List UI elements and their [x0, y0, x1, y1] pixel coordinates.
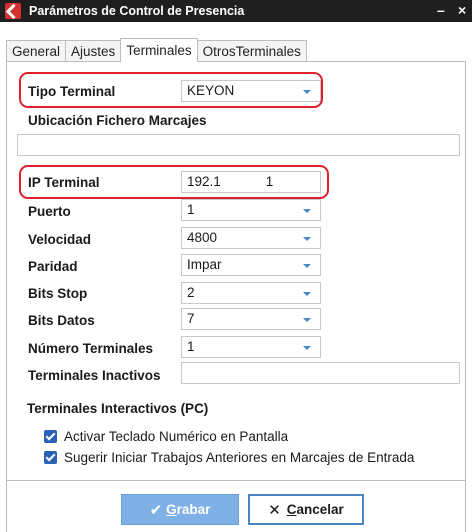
close-button[interactable]: × [458, 2, 466, 18]
ip-terminal-label: IP Terminal [28, 175, 100, 190]
tipo-terminal-select[interactable]: KEYON [181, 80, 321, 102]
cancelar-button[interactable]: ✕ Cancelar [248, 494, 364, 525]
puerto-value: 1 [187, 202, 195, 217]
minimize-button[interactable]: – [437, 2, 445, 18]
activar-teclado-checkbox[interactable]: Activar Teclado Numérico en Pantalla [44, 429, 288, 444]
terminales-inactivos-input[interactable] [181, 362, 460, 384]
tipo-terminal-label: Tipo Terminal [28, 84, 116, 99]
velocidad-select[interactable]: 4800 [181, 227, 321, 249]
sugerir-trabajos-label: Sugerir Iniciar Trabajos Anteriores en M… [64, 450, 415, 465]
bits-stop-select[interactable]: 2 [181, 282, 321, 304]
bits-datos-select[interactable]: 7 [181, 308, 321, 330]
paridad-label: Paridad [28, 259, 78, 274]
numero-terminales-value: 1 [187, 339, 195, 354]
chevron-down-icon [303, 209, 311, 213]
chevron-down-icon [303, 264, 311, 268]
checkbox-checked-icon [44, 451, 57, 464]
title-bar: Parámetros de Control de Presencia – × [0, 0, 472, 22]
tab-bar: General Ajustes Terminales OtrosTerminal… [6, 38, 307, 62]
velocidad-value: 4800 [187, 230, 218, 245]
cancelar-mnemonic: C [286, 502, 297, 517]
puerto-select[interactable]: 1 [181, 199, 321, 221]
ubicacion-input[interactable] [17, 134, 460, 156]
grabar-label: rabar [176, 502, 211, 517]
chevron-down-icon [303, 90, 311, 94]
close-icon: ✕ [268, 501, 281, 519]
footer-divider [6, 480, 466, 481]
tab-otros-terminales[interactable]: OtrosTerminales [196, 40, 307, 62]
tipo-terminal-value: KEYON [187, 83, 235, 98]
bits-stop-value: 2 [187, 285, 195, 300]
tab-terminales[interactable]: Terminales [120, 38, 198, 62]
tab-ajustes[interactable]: Ajustes [65, 40, 122, 62]
paridad-value: Impar [187, 257, 222, 272]
checkbox-checked-icon [44, 430, 57, 443]
numero-terminales-label: Número Terminales [28, 341, 154, 356]
chevron-down-icon [303, 318, 311, 322]
terminales-inactivos-label: Terminales Inactivos [28, 368, 161, 383]
chevron-down-icon [303, 237, 311, 241]
chevron-down-icon [303, 292, 311, 296]
puerto-label: Puerto [28, 204, 71, 219]
bits-datos-label: Bits Datos [28, 313, 95, 328]
interactivos-heading: Terminales Interactivos (PC) [27, 401, 209, 416]
chevron-down-icon [303, 346, 311, 350]
app-logo-icon [5, 3, 21, 19]
cancelar-label: ancelar [296, 502, 344, 517]
window-title: Parámetros de Control de Presencia [29, 4, 245, 18]
velocidad-label: Velocidad [28, 232, 92, 247]
sugerir-trabajos-checkbox[interactable]: Sugerir Iniciar Trabajos Anteriores en M… [44, 450, 414, 465]
check-icon: ✔ [149, 501, 163, 519]
ip-terminal-input[interactable]: 192.1 1 [181, 171, 321, 193]
paridad-select[interactable]: Impar [181, 254, 321, 276]
bits-datos-value: 7 [187, 311, 195, 326]
ubicacion-label: Ubicación Fichero Marcajes [28, 113, 207, 128]
grabar-mnemonic: G [166, 502, 177, 517]
grabar-button[interactable]: ✔ Grabar [121, 494, 239, 525]
bits-stop-label: Bits Stop [28, 286, 88, 301]
activar-teclado-label: Activar Teclado Numérico en Pantalla [64, 429, 289, 444]
numero-terminales-select[interactable]: 1 [181, 336, 321, 358]
tab-general[interactable]: General [6, 40, 67, 62]
